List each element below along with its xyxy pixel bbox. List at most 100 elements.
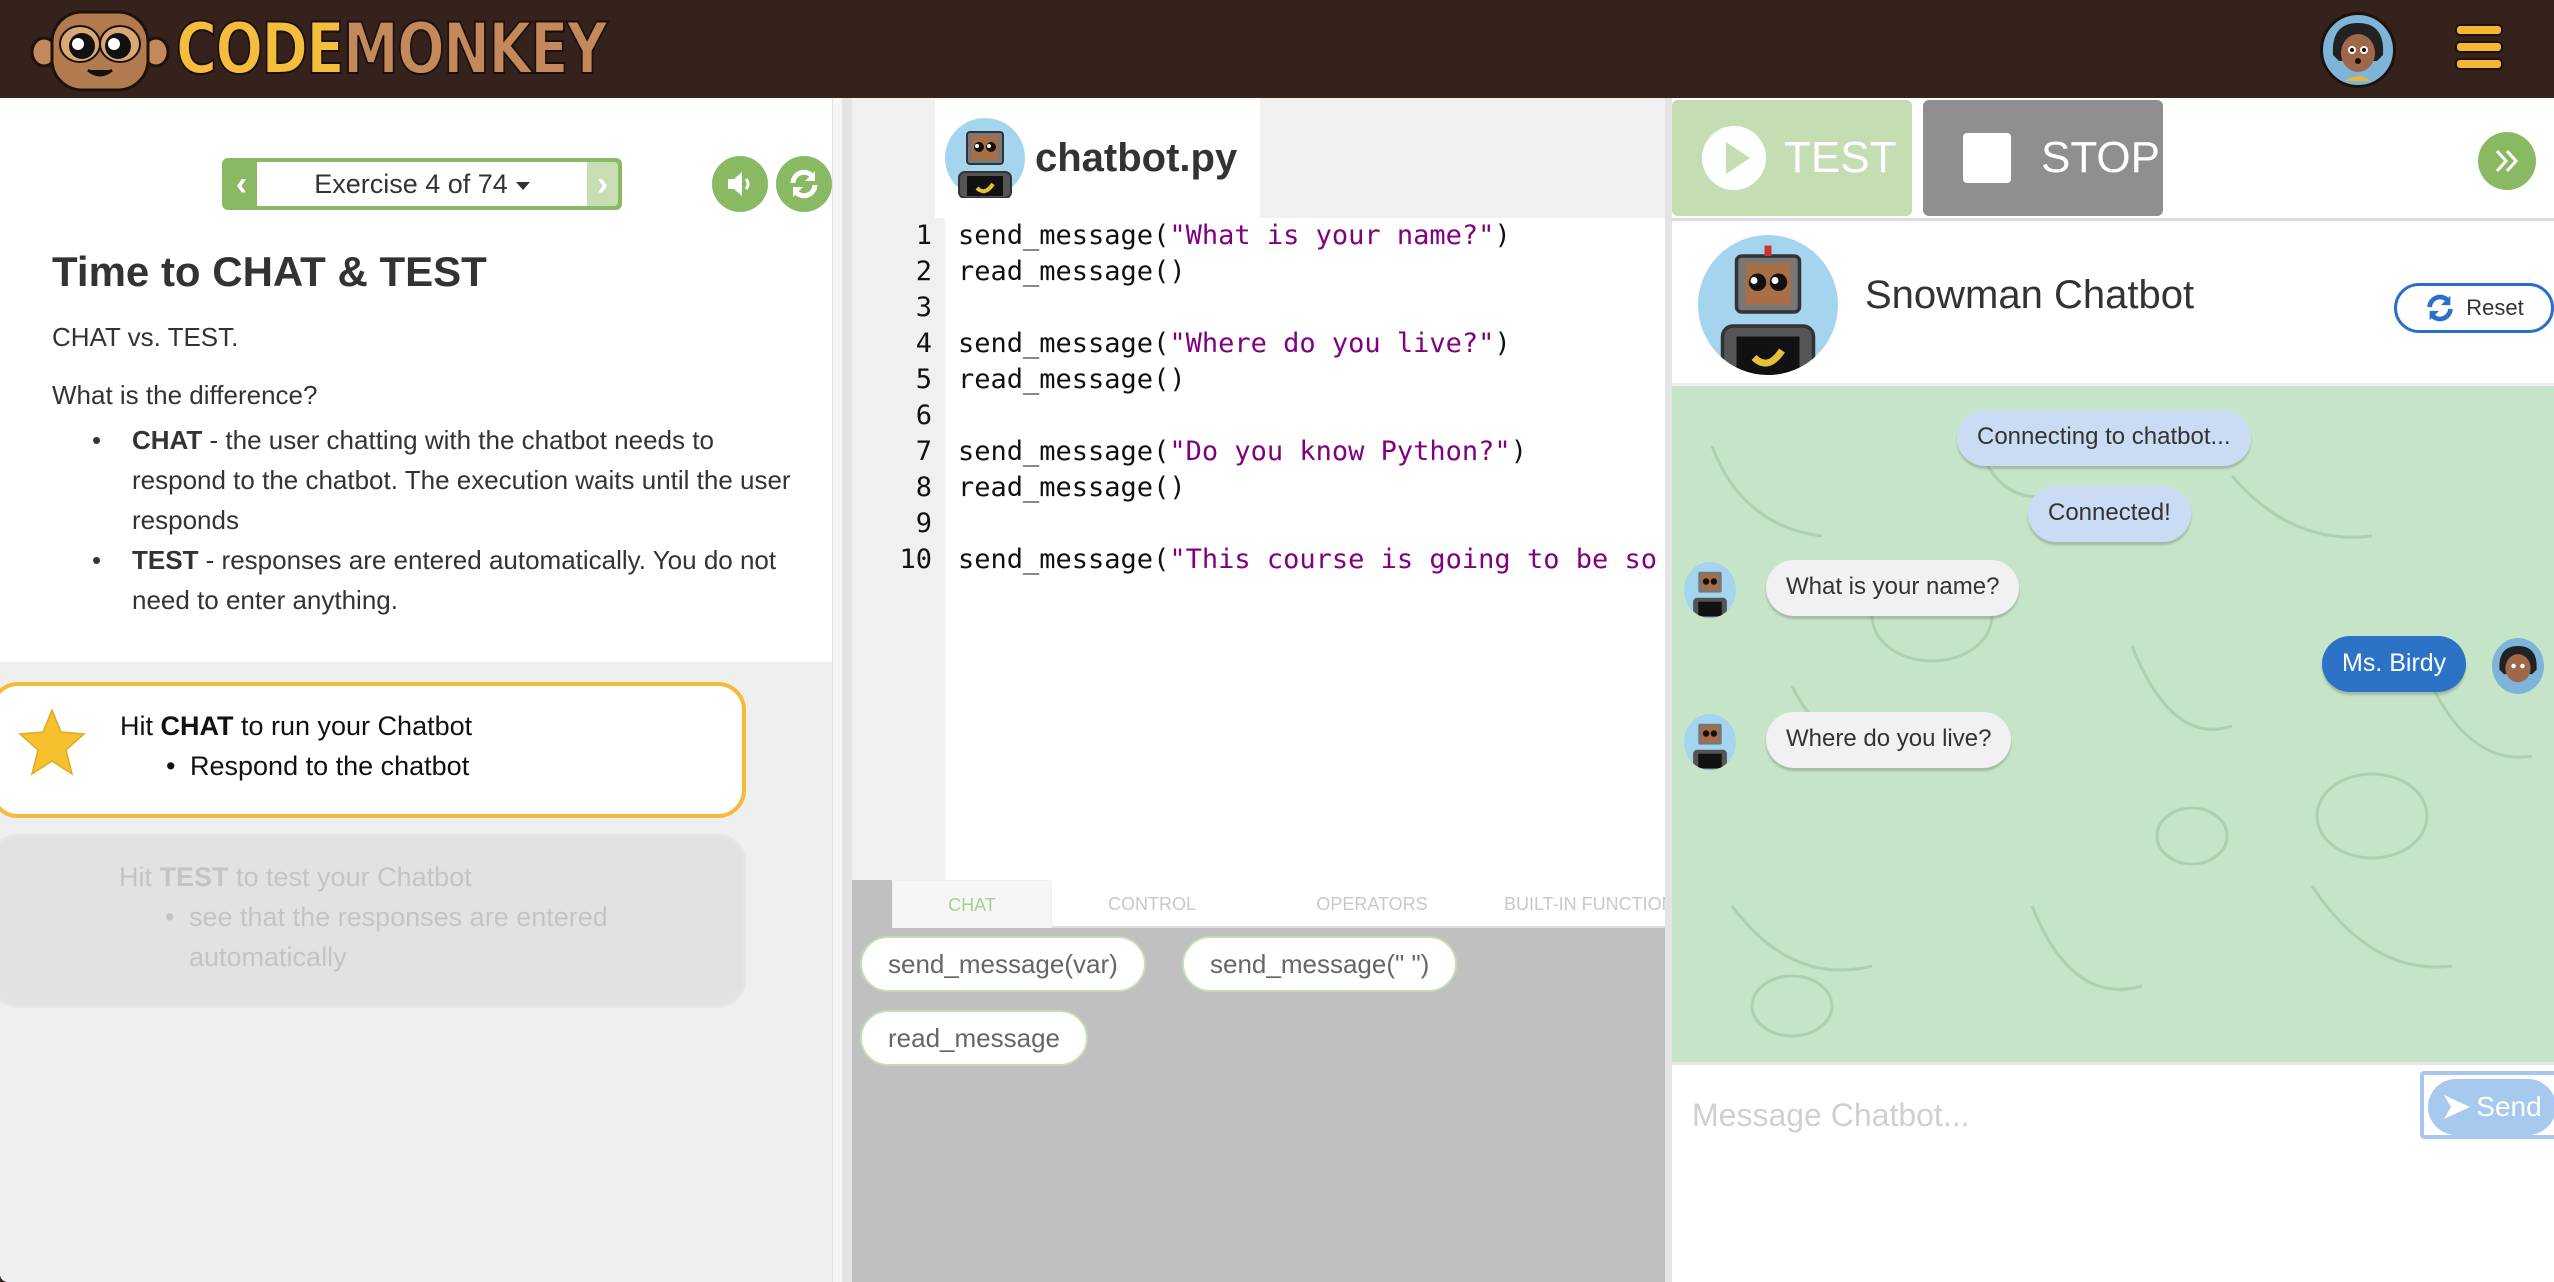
point-keyword: TEST <box>132 545 199 575</box>
code-token-string: "Where do you live?" <box>1169 328 1495 359</box>
play-icon <box>1702 126 1766 190</box>
user-message-avatar <box>2492 638 2544 694</box>
code-text: send_message("This course is going to be… <box>932 542 1657 578</box>
code-token-function: send_message( <box>958 328 1170 359</box>
code-text: send_message("Where do you live?") <box>932 326 1511 362</box>
file-name: chatbot.py <box>1035 135 1238 180</box>
chatbot-header: Snowman Chatbot Reset <box>1672 218 2554 386</box>
robot-avatar-icon <box>1720 245 1816 375</box>
line-number: 9 <box>915 508 932 539</box>
chatbot-message-avatar <box>1684 562 1736 618</box>
sound-button[interactable] <box>712 156 768 212</box>
double-chevron-right-icon <box>2495 149 2519 173</box>
line-number: 2 <box>915 256 932 287</box>
send-button-inner: Send <box>2428 1079 2554 1135</box>
lesson-subtitle: CHAT vs. TEST. <box>52 322 239 352</box>
collapse-panel-button[interactable] <box>2478 132 2536 190</box>
code-token-string: "This course is going to be so <box>1169 544 1657 575</box>
block-send-message-var[interactable]: send_message(var) <box>860 936 1146 992</box>
toolbox-tab-control[interactable]: CONTROL <box>1052 880 1252 928</box>
code-token-punctuation: ) <box>1494 328 1511 359</box>
code-line[interactable]: 4 send_message("Where do you live?") <box>852 326 1665 362</box>
test-button[interactable]: TEST <box>1672 100 1912 216</box>
task-card-chat: Hit CHAT to run your Chatbot Respond to … <box>0 682 746 818</box>
robot-avatar-icon <box>945 118 1025 198</box>
system-message: Connected! <box>2028 486 2191 542</box>
refresh-icon <box>790 169 818 199</box>
code-token-function: send_message( <box>958 436 1170 467</box>
user-avatar-icon <box>2332 23 2384 81</box>
panel-scrollbar[interactable] <box>832 98 842 1282</box>
code-area[interactable]: 1 send_message("What is your name?") 2 read… <box>852 218 1665 978</box>
chatbot-message: What is your name? <box>1766 560 2020 616</box>
codemonkey-logo[interactable]: CODEMONKEY <box>30 6 713 92</box>
task-prefix: Hit <box>120 711 161 741</box>
toolbox-tab-chat[interactable]: CHAT <box>892 880 1052 928</box>
code-token-function: read_message() <box>958 364 1186 395</box>
task-keyword: CHAT <box>160 711 234 741</box>
top-bar: CODEMONKEY <box>0 0 2554 98</box>
user-avatar[interactable] <box>2320 12 2396 88</box>
reset-label: Reset <box>2466 295 2524 320</box>
logo-text-monkey: MONKEY <box>342 7 608 91</box>
exercise-label: Exercise 4 of 74 <box>314 168 508 199</box>
code-line[interactable]: 6 <box>852 398 1665 434</box>
send-button[interactable]: Send <box>2420 1071 2554 1139</box>
toolbox-tab-operators[interactable]: OPERATORS <box>1262 880 1482 928</box>
reset-button[interactable]: Reset <box>2394 283 2554 333</box>
robot-avatar-icon <box>1693 723 1727 770</box>
restart-button[interactable] <box>776 156 832 212</box>
code-text: read_message() <box>932 362 1186 398</box>
hamburger-menu-icon[interactable] <box>2455 24 2503 74</box>
chevron-left-icon: ‹ <box>235 164 248 203</box>
file-tab-chatbot[interactable]: chatbot.py <box>935 98 1260 218</box>
task-title: Hit TEST to test your Chatbot <box>119 857 743 897</box>
chat-conversation: Connecting to chatbot... Connected! What… <box>1672 386 2554 1062</box>
code-line[interactable]: 3 <box>852 290 1665 326</box>
code-line[interactable]: 2 read_message() <box>852 254 1665 290</box>
code-line[interactable]: 5 read_message() <box>852 362 1665 398</box>
task-subitem: Respond to the chatbot <box>120 746 742 786</box>
previous-exercise-button[interactable]: ‹ <box>226 162 257 206</box>
task-keyword: TEST <box>159 862 229 892</box>
user-avatar-icon <box>2499 645 2537 683</box>
next-exercise-button[interactable]: › <box>587 162 618 206</box>
task-suffix: to run your Chatbot <box>233 711 473 741</box>
stop-button[interactable]: STOP <box>1923 100 2163 216</box>
code-line[interactable]: 1 send_message("What is your name?") <box>852 218 1665 254</box>
code-line[interactable]: 7 send_message("Do you know Python?") <box>852 434 1665 470</box>
code-token-string: "Do you know Python?" <box>1169 436 1511 467</box>
chatbot-name: Snowman Chatbot <box>1865 273 2195 317</box>
send-label: Send <box>2476 1091 2542 1122</box>
code-text: send_message("What is your name?") <box>932 218 1511 254</box>
code-token-punctuation: ) <box>1494 220 1511 251</box>
code-token-string: "What is your name?" <box>1169 220 1495 251</box>
task-subitem: see that the responses are entered autom… <box>119 897 679 977</box>
code-token-function: read_message() <box>958 256 1186 287</box>
toolbox-tabs: CHAT CONTROL OPERATORS BUILT-IN FUNCTION… <box>852 880 1687 928</box>
code-line[interactable]: 10 send_message("This course is going to … <box>852 542 1665 578</box>
block-read-message[interactable]: read_message <box>860 1010 1088 1066</box>
code-line[interactable]: 9 <box>852 506 1665 542</box>
exercise-dropdown[interactable]: Exercise 4 of 74 <box>257 162 587 206</box>
caret-down-icon <box>515 182 530 190</box>
logo-text-code: CODE <box>175 7 345 91</box>
chatbot-message: Where do you live? <box>1766 712 2012 768</box>
block-send-message-string[interactable]: send_message(" ") <box>1182 936 1458 992</box>
send-arrow-icon <box>2444 1095 2471 1119</box>
lesson-points: CHAT - the user chatting with the chatbo… <box>92 420 792 620</box>
task-card-test: Hit TEST to test your Chatbot see that t… <box>0 834 746 1008</box>
code-text: read_message() <box>932 470 1186 506</box>
code-line[interactable]: 8 read_message() <box>852 470 1665 506</box>
line-number: 3 <box>915 292 932 323</box>
chatbot-avatar <box>1698 235 1838 375</box>
line-number: 7 <box>915 436 932 467</box>
message-input[interactable] <box>1692 1085 2452 1145</box>
task-title: Hit CHAT to run your Chatbot <box>120 706 742 746</box>
line-number: 8 <box>915 472 932 503</box>
monkey-logo-icon <box>30 10 170 92</box>
lesson-question: What is the difference? <box>52 380 318 410</box>
chevron-right-icon: › <box>596 164 609 203</box>
